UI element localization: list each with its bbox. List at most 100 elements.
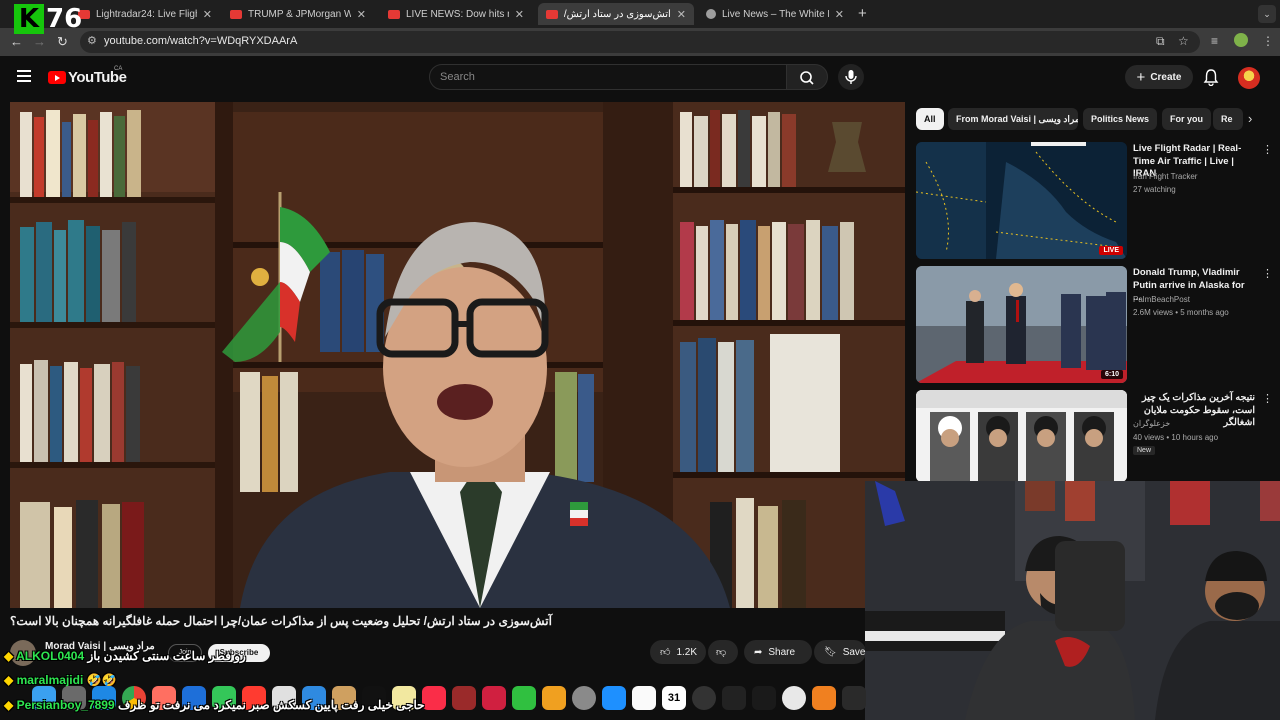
voice-search-button[interactable] — [838, 64, 864, 90]
browser-tab[interactable]: LIVE NEWS: Dow hits record ✕ — [380, 3, 532, 25]
chip-politics-news[interactable]: Politics News — [1083, 108, 1158, 130]
create-button[interactable]: + Create — [1125, 65, 1193, 89]
chat-username: ALKOL0404 — [16, 649, 85, 663]
obs-icon[interactable] — [782, 686, 806, 710]
final-cut-icon[interactable] — [842, 686, 866, 710]
audio-app-icon[interactable] — [722, 686, 746, 710]
browser-tab[interactable]: Lightradar24: Live Flight Tra ✕ — [70, 3, 220, 25]
pages-icon[interactable] — [542, 686, 566, 710]
close-tab-icon[interactable]: ✕ — [515, 8, 524, 21]
search-icon — [800, 71, 814, 85]
settings-icon[interactable] — [572, 686, 596, 710]
numbers-icon[interactable] — [512, 686, 536, 710]
chat-text: حاجی خیلی رفت پایین کسکش صبر نمیکرد می ن… — [117, 698, 425, 712]
share-arrow-icon: ➦ — [754, 646, 763, 658]
chat-user-icon: ◆ — [4, 673, 14, 687]
more-options-icon[interactable]: ⋮ — [1262, 392, 1273, 405]
chip-for-you[interactable]: For you — [1162, 108, 1211, 130]
browser-tab-active[interactable]: آتش‌سوزی در ستاد ارتش/ تحلیل ✕ — [538, 3, 694, 25]
garageband-icon[interactable] — [812, 686, 836, 710]
activity-monitor-icon[interactable] — [692, 686, 716, 710]
chip-recent[interactable]: Re — [1213, 108, 1243, 130]
live-badge: LIVE — [1099, 246, 1123, 255]
reload-icon[interactable]: ↻ — [57, 34, 68, 50]
recommendation-channel[interactable]: PalmBeachPost — [1133, 294, 1255, 306]
install-app-icon[interactable]: ⧉ — [1156, 34, 1165, 49]
video-frame — [10, 102, 905, 608]
notifications-bell-icon[interactable] — [1203, 68, 1219, 86]
new-badge: New — [1133, 446, 1156, 455]
youtube-favicon-icon — [388, 9, 400, 19]
chip-all[interactable]: All — [916, 108, 944, 130]
video-title: آتش‌سوزی در ستاد ارتش/ تحلیل وضعیت پس از… — [10, 614, 552, 628]
browser-menu-icon[interactable]: ⋮ — [1262, 34, 1274, 48]
address-bar[interactable]: ⚙ youtube.com/watch?v=WDqRYXDAArA — [80, 31, 1200, 53]
duration-badge: 6:10 — [1100, 370, 1123, 379]
close-tab-icon[interactable]: ✕ — [203, 8, 212, 21]
youtube-header: YouTube CA Search + Create — [0, 56, 1280, 100]
podcast-icon[interactable] — [452, 686, 476, 710]
browser-tab[interactable]: Live News – The White House ✕ — [698, 3, 852, 25]
search-input[interactable]: Search — [429, 64, 787, 90]
back-icon[interactable]: ← — [10, 34, 23, 49]
like-button[interactable]: 👍︎ 1.2K — [650, 640, 706, 664]
browser-tab[interactable]: TRUMP & JPMorgan WARN: M ✕ — [222, 3, 374, 25]
save-button[interactable]: 🔖︎ Save — [814, 640, 866, 664]
bookmark-star-icon[interactable]: ☆ — [1178, 34, 1189, 48]
account-avatar[interactable] — [1238, 67, 1260, 89]
thumbs-down-icon: 👎︎ — [716, 647, 727, 658]
tab-search-icon[interactable]: ⌄ — [1258, 5, 1276, 23]
app-store-icon[interactable] — [602, 686, 626, 710]
microphone-icon — [845, 70, 857, 84]
new-tab-icon[interactable]: + — [858, 5, 867, 22]
unity-icon[interactable] — [752, 686, 776, 710]
recommendation-thumbnail[interactable]: LIVE — [916, 142, 1127, 259]
browser-tab-strip: Lightradar24: Live Flight Tra ✕ TRUMP & … — [0, 0, 1280, 28]
close-tab-icon[interactable]: ✕ — [357, 8, 366, 21]
share-button[interactable]: ➦ Share — [744, 640, 812, 664]
browser-toolbar: ← → ↻ ⚙ youtube.com/watch?v=WDqRYXDAArA … — [0, 28, 1280, 56]
flight-radar-map — [916, 142, 1127, 259]
webcam-scene — [865, 481, 1280, 720]
youtube-play-icon — [48, 71, 66, 84]
notion-icon[interactable] — [632, 686, 656, 710]
more-options-icon[interactable]: ⋮ — [1262, 267, 1273, 280]
youtube-favicon-icon — [230, 9, 242, 19]
recommendation-channel[interactable]: Iran Flight Tracker — [1133, 171, 1255, 183]
chevron-right-icon[interactable]: › — [1248, 111, 1252, 126]
close-tab-icon[interactable]: ✕ — [835, 8, 844, 21]
youtube-favicon-icon — [546, 9, 558, 19]
video-player[interactable] — [10, 102, 905, 608]
site-info-icon[interactable]: ⚙ — [87, 34, 97, 47]
reading-list-icon[interactable]: ≡ — [1211, 34, 1218, 48]
profile-avatar-icon[interactable] — [1234, 33, 1248, 47]
tarmac-scene — [916, 266, 1127, 383]
thumbs-up-icon: 👍︎ — [660, 647, 671, 658]
stream-overlay-badge: K 76 — [14, 4, 82, 34]
more-options-icon[interactable]: ⋮ — [1262, 143, 1273, 156]
forward-icon[interactable]: → — [33, 34, 46, 49]
hamburger-menu-icon[interactable] — [17, 70, 31, 82]
search-button[interactable] — [786, 64, 828, 90]
recommendation-meta: 27 watching — [1133, 185, 1176, 194]
whitehouse-favicon-icon — [706, 9, 716, 19]
chat-text: رو فطر ساعت سنتی کشیدن باز — [87, 649, 246, 663]
bookmark-icon: 🔖︎ — [824, 646, 837, 658]
news-icon[interactable] — [482, 686, 506, 710]
recommendation-thumbnail[interactable] — [916, 390, 1127, 482]
badge-number: 76 — [46, 4, 83, 34]
close-tab-icon[interactable]: ✕ — [677, 8, 686, 21]
search-placeholder: Search — [440, 71, 475, 83]
chat-user-icon: ◆ — [4, 649, 14, 663]
music-icon[interactable] — [422, 686, 446, 710]
recommendation-thumbnail[interactable]: 6:10 — [916, 266, 1127, 383]
chat-user-icon: ◆ — [4, 698, 14, 712]
plus-icon: + — [1136, 68, 1146, 86]
recommendation-channel[interactable]: خزعلوگران — [1133, 418, 1255, 430]
dislike-button[interactable]: 👎︎ — [708, 640, 738, 664]
calendar-icon[interactable]: 31 — [662, 686, 686, 710]
country-code: CA — [114, 66, 123, 72]
streamer-webcam — [865, 481, 1280, 720]
chip-from-channel[interactable]: From Morad Vaisi | مراد ویسی — [948, 108, 1078, 130]
chat-message: ◆ Persianboy_7899 حاجی خیلی رفت پایین کس… — [4, 698, 425, 712]
